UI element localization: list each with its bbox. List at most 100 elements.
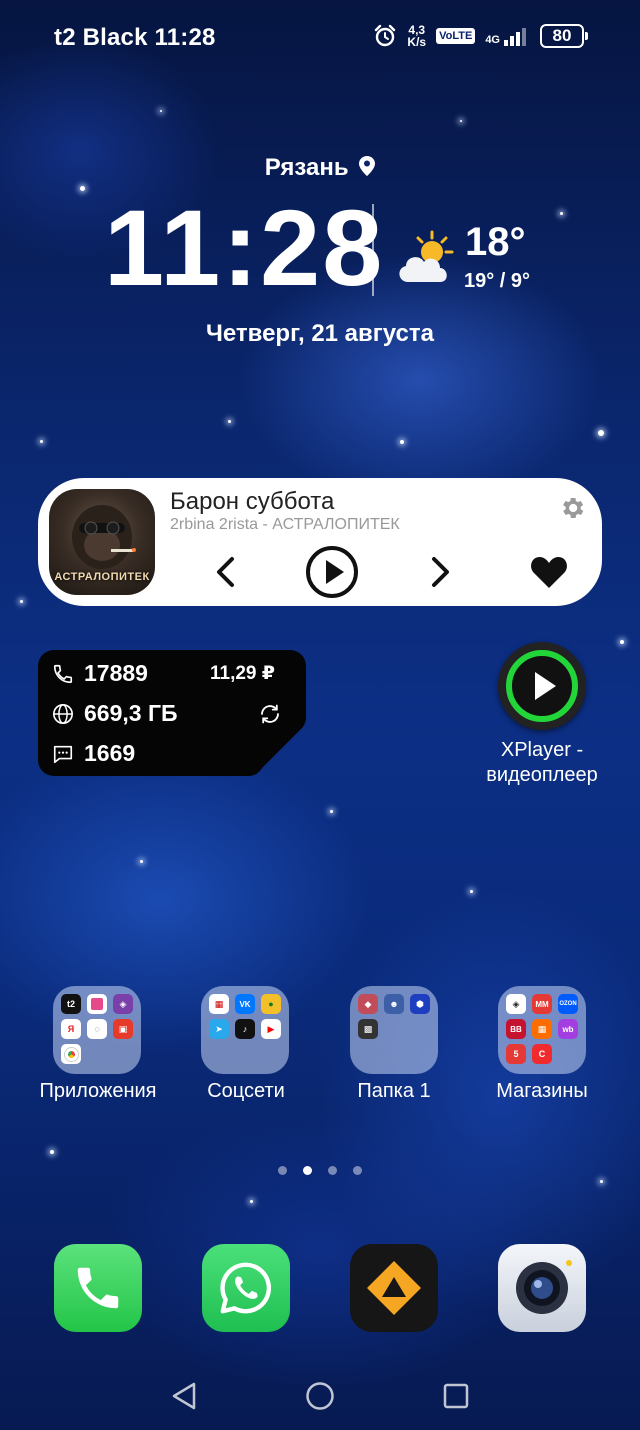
message-icon [53, 745, 73, 763]
recents-icon [443, 1383, 469, 1409]
ozon-icon: OZON [558, 994, 578, 1014]
volte-badge: VoLTE [436, 28, 476, 44]
traffic-value: 669,3 ГБ [84, 700, 178, 726]
aimp-icon [367, 1261, 421, 1315]
youtube-icon: ▶ [261, 1019, 281, 1039]
next-button[interactable] [426, 554, 456, 590]
recents-button[interactable] [440, 1380, 472, 1412]
partly-cloudy-icon[interactable] [394, 228, 458, 288]
whatsapp-icon [220, 1262, 271, 1314]
sms-row: 1669 [52, 740, 135, 767]
news-app-icon: ▦ [209, 994, 229, 1014]
page-indicator [278, 1166, 362, 1175]
phone-icon [77, 1267, 119, 1309]
tiktok-icon: ♪ [235, 1019, 255, 1039]
t2-app-icon: t2 [61, 994, 81, 1014]
vk-icon: VK [235, 994, 255, 1014]
traffic-row: 669,3 ГБ [52, 700, 178, 727]
page-dot-2-active [303, 1166, 312, 1175]
page-dot-1 [278, 1166, 287, 1175]
signal-icon: 4G [485, 26, 530, 46]
temperature-range: 19° / 9° [464, 270, 531, 292]
folder-social[interactable]: ▦ VK ● ➤ ♪ ▶ [201, 986, 289, 1074]
app-icon-outline: ◌ [87, 1019, 107, 1039]
location-label[interactable]: Рязань [0, 154, 640, 182]
back-button[interactable] [168, 1380, 200, 1412]
phone-icon [53, 664, 73, 683]
battery-indicator: 80 [540, 24, 588, 48]
camera-icon [516, 1260, 572, 1314]
clock-time[interactable]: 11:28 [104, 188, 384, 308]
gear-icon[interactable] [558, 494, 586, 522]
next-icon [432, 557, 449, 587]
song-artist: 2rbina 2rista - АСТРАЛОПИТЕК [170, 516, 400, 533]
date-label[interactable]: Четверг, 21 августа [0, 320, 640, 348]
previous-icon [217, 557, 234, 587]
home-button[interactable] [304, 1380, 336, 1412]
pyaterochka-icon: 5 [506, 1044, 526, 1064]
mm-app-icon: MM [532, 994, 552, 1014]
vv-app-icon: ВВ [506, 1019, 526, 1039]
folder-shops[interactable]: ◈ MM OZON ВВ ▦ wb 5 C [498, 986, 586, 1074]
home-icon [306, 1382, 334, 1410]
previous-button[interactable] [210, 554, 240, 590]
music-widget[interactable]: АСТРАЛОПИТЕК Барон суббота 2rbina 2rista… [38, 478, 602, 606]
app-icon-avatar: ☻ [384, 994, 404, 1014]
app-icon-purple: ◈ [113, 994, 133, 1014]
status-icons: 4,3 K/s VoLTE 4G 80 [373, 24, 588, 48]
folder-shops-label[interactable]: Магазины [462, 1080, 622, 1103]
app-icon-orange: ▦ [532, 1019, 552, 1039]
sms-value: 1669 [84, 740, 136, 766]
balance-value: 11,29 ₽ [210, 663, 275, 684]
carrier-time: t2 Black 11:28 [54, 24, 216, 51]
refresh-icon[interactable] [258, 702, 282, 726]
calendar-app-icon [87, 994, 107, 1014]
alarm-icon [375, 24, 396, 47]
folder-apps[interactable]: t2 ◈ Я ◌ ▣ [53, 986, 141, 1074]
temperature: 18° [465, 220, 526, 264]
folder-1-label[interactable]: Папка 1 [314, 1080, 474, 1103]
folder-1[interactable]: ◆ ☻ ⬢ ▩ [350, 986, 438, 1074]
telegram-icon: ➤ [209, 1019, 229, 1039]
app-icon-game: ◆ [358, 994, 378, 1014]
folder-apps-label[interactable]: Приложения [18, 1080, 178, 1103]
app-icon-pattern: ▩ [358, 1019, 378, 1039]
network-speed: 4,3 K/s [407, 24, 426, 48]
aimp-app[interactable] [350, 1244, 438, 1332]
chrome-icon [61, 1044, 81, 1064]
network-type: 4G [485, 34, 500, 46]
speed-unit: K/s [407, 35, 427, 49]
album-art[interactable]: АСТРАЛОПИТЕК [49, 489, 155, 595]
song-title: Барон суббота [170, 488, 335, 515]
page-dot-3 [328, 1166, 337, 1175]
yandex-browser-icon: Я [61, 1019, 81, 1039]
heart-icon [531, 557, 567, 588]
status-bar: t2 Black 11:28 4,3 K/s VoLTE 4G 80 [0, 0, 640, 76]
market-app-icon: ◈ [506, 994, 526, 1014]
wildberries-icon: wb [558, 1019, 578, 1039]
album-art-text: АСТРАЛОПИТЕК [54, 571, 150, 583]
app-icon-yellow: ● [261, 994, 281, 1014]
phone-app[interactable] [54, 1244, 142, 1332]
app-icon-shield: ⬢ [410, 994, 430, 1014]
back-icon [172, 1382, 196, 1410]
location-name: Рязань [264, 154, 349, 181]
minutes-row: 17889 [52, 660, 148, 687]
play-icon [306, 546, 358, 598]
location-pin-icon [359, 156, 376, 176]
xplayer-label[interactable]: XPlayer - видеоплеер [460, 738, 624, 788]
minutes-value: 17889 [84, 660, 148, 686]
play-button[interactable] [304, 544, 360, 600]
page-dot-4 [353, 1166, 362, 1175]
tv-app-icon: ▣ [113, 1019, 133, 1039]
xplayer-app-icon[interactable] [498, 642, 586, 730]
whatsapp-app[interactable] [202, 1244, 290, 1332]
camera-app[interactable] [498, 1244, 586, 1332]
balance-widget[interactable]: 17889 11,29 ₽ 669,3 ГБ 1669 [38, 650, 306, 776]
like-button[interactable] [528, 552, 570, 592]
folder-social-label[interactable]: Соцсети [166, 1080, 326, 1103]
sber-app-icon: C [532, 1044, 552, 1064]
globe-icon [53, 703, 73, 724]
xplayer-play-icon [506, 650, 578, 722]
clock-divider [372, 204, 374, 296]
